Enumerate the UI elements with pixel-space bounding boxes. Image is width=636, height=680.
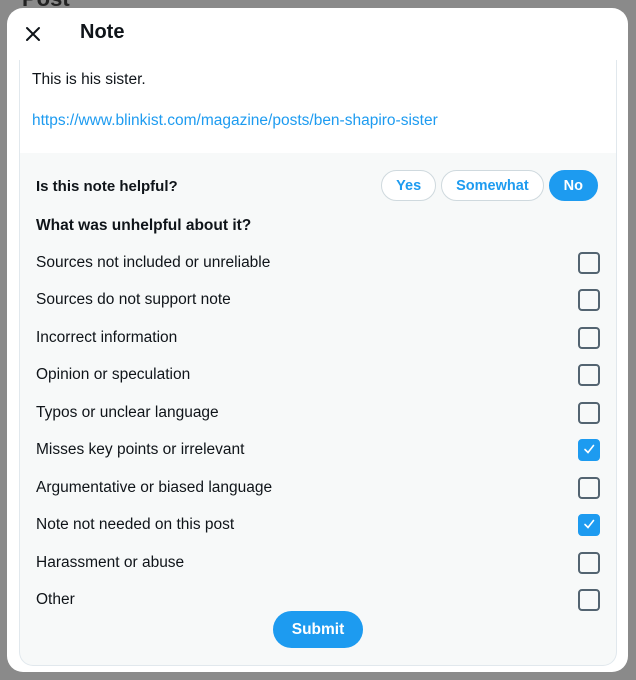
reason-checkbox[interactable]: [578, 289, 600, 312]
submit-button[interactable]: Submit: [273, 611, 363, 648]
reason-checkbox[interactable]: [578, 551, 600, 574]
dialog-header: Note: [7, 8, 628, 60]
reason-label: Incorrect information: [36, 328, 178, 346]
reason-row[interactable]: Sources do not support note: [36, 282, 600, 320]
helpful-question: Is this note helpful?: [36, 178, 178, 195]
reason-checkbox[interactable]: [578, 589, 600, 612]
reason-row[interactable]: Opinion or speculation: [36, 357, 600, 395]
helpful-options: Yes Somewhat No: [381, 170, 598, 201]
reason-checkbox[interactable]: [578, 326, 600, 349]
reason-label: Sources not included or unreliable: [36, 253, 271, 271]
helpful-option-somewhat[interactable]: Somewhat: [441, 170, 544, 201]
reason-row[interactable]: Argumentative or biased language: [36, 469, 600, 507]
reason-checkbox[interactable]: [578, 251, 600, 274]
reason-checkbox[interactable]: [578, 514, 600, 537]
reason-label: Misses key points or irrelevant: [36, 441, 245, 459]
reason-label: Typos or unclear language: [36, 403, 219, 421]
reason-label: Harassment or abuse: [36, 553, 185, 571]
note-dialog: Note This is his sister. https://www.bli…: [7, 8, 628, 672]
unhelpful-question: What was unhelpful about it?: [36, 217, 252, 234]
note-card: This is his sister. https://www.blinkist…: [19, 60, 617, 666]
reason-checkbox[interactable]: [578, 401, 600, 424]
reason-label: Argumentative or biased language: [36, 478, 273, 496]
note-text: This is his sister.: [32, 71, 146, 88]
reason-row[interactable]: Sources not included or unreliable: [36, 244, 600, 282]
reason-label: Sources do not support note: [36, 291, 231, 309]
reason-checkbox[interactable]: [578, 476, 600, 499]
reason-label: Other: [36, 591, 75, 609]
reason-row[interactable]: Note not needed on this post: [36, 507, 600, 545]
reason-row[interactable]: Harassment or abuse: [36, 544, 600, 582]
note-content: This is his sister. https://www.blinkist…: [20, 60, 616, 153]
helpful-option-yes[interactable]: Yes: [381, 170, 437, 201]
reason-label: Note not needed on this post: [36, 516, 235, 534]
dialog-title: Note: [80, 21, 125, 43]
helpful-option-no[interactable]: No: [548, 170, 598, 201]
reason-list: Sources not included or unreliable Source…: [36, 244, 600, 619]
reason-row[interactable]: Typos or unclear language: [36, 394, 600, 432]
reason-label: Opinion or speculation: [36, 366, 191, 384]
checkmark-icon: [582, 442, 596, 459]
reason-checkbox[interactable]: [578, 364, 600, 387]
note-source-link[interactable]: https://www.blinkist.com/magazine/posts/…: [32, 112, 438, 130]
checkmark-icon: [582, 517, 596, 534]
reason-row[interactable]: Misses key points or irrelevant: [36, 432, 600, 470]
reason-checkbox[interactable]: [578, 439, 600, 462]
reason-row[interactable]: Incorrect information: [36, 319, 600, 357]
close-icon[interactable]: [21, 22, 45, 46]
